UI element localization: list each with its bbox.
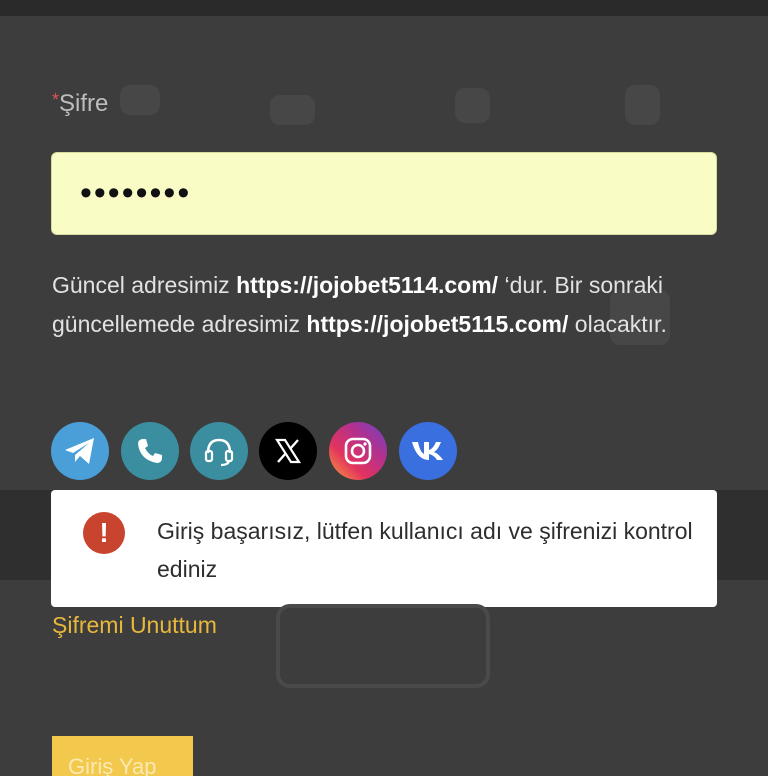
background-shape <box>120 85 160 115</box>
background-shape <box>455 88 490 123</box>
login-button[interactable]: Giriş Yap <box>52 736 193 776</box>
password-field[interactable]: •••••••• <box>51 152 717 235</box>
error-icon: ! <box>83 512 125 554</box>
forgot-password-link[interactable]: Şifremi Unuttum <box>52 612 217 639</box>
headset-icon[interactable] <box>190 422 248 480</box>
vk-icon[interactable] <box>399 422 457 480</box>
error-message: Giriş başarısız, lütfen kullanıcı adı ve… <box>157 518 693 582</box>
phone-icon[interactable] <box>121 422 179 480</box>
instagram-icon[interactable] <box>329 422 387 480</box>
top-bar <box>0 0 768 16</box>
password-label: *Şifre <box>52 90 109 117</box>
address-notice: Güncel adresimiz https://jojobet5114.com… <box>52 272 667 337</box>
current-url: https://jojobet5114.com/ <box>236 272 499 298</box>
background-button-outline <box>276 604 490 688</box>
telegram-icon[interactable] <box>51 422 109 480</box>
background-shape <box>625 85 660 125</box>
next-url: https://jojobet5115.com/ <box>306 311 569 337</box>
error-toast: ! Giriş başarısız, lütfen kullanıcı adı … <box>51 490 717 607</box>
background-shape <box>270 95 315 125</box>
x-icon[interactable] <box>259 422 317 480</box>
